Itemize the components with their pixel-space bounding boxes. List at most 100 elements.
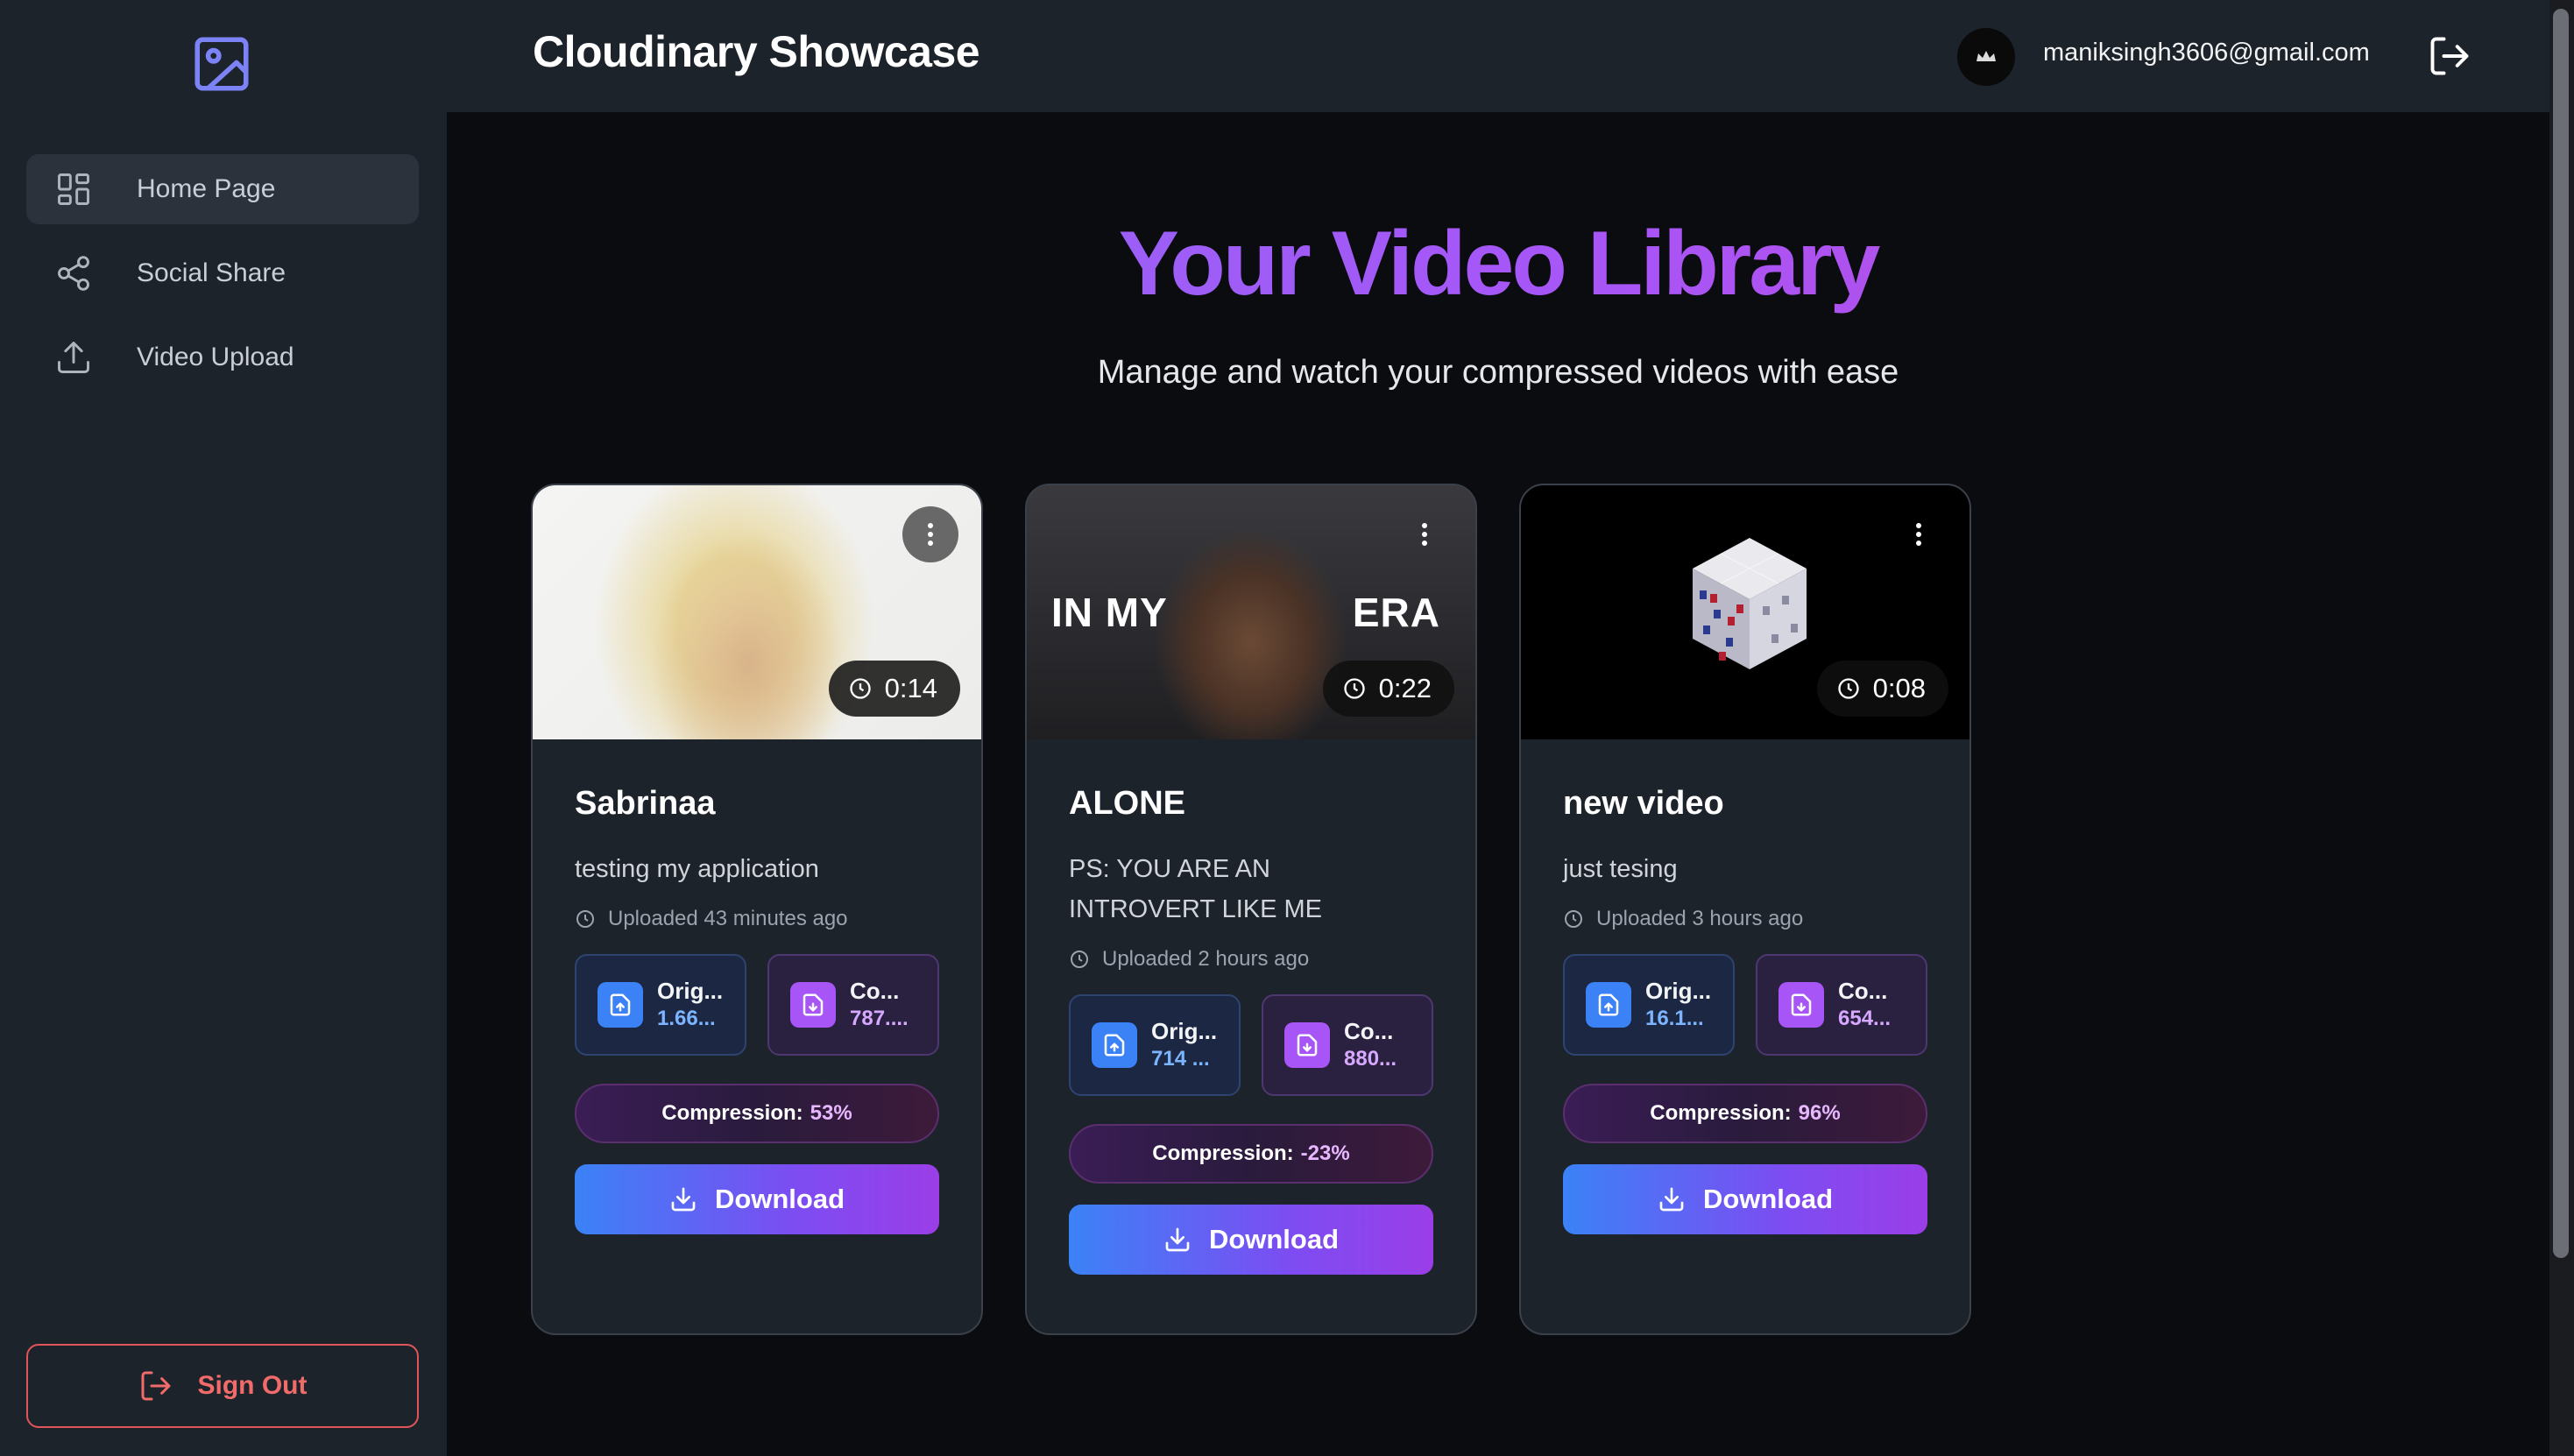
download-button[interactable]: Download <box>575 1164 939 1234</box>
sidebar: Home Page Social Share Video Upload Sign… <box>0 0 447 1456</box>
thumbnail-caption-left: IN MY <box>1051 590 1168 635</box>
file-upload-icon <box>598 982 643 1028</box>
sidebar-item-home-page[interactable]: Home Page <box>26 154 419 224</box>
clock-icon <box>849 678 871 699</box>
more-vertical-icon <box>1422 523 1427 546</box>
video-thumbnail[interactable]: 0:08 <box>1521 485 1969 739</box>
duration-text: 0:14 <box>884 673 937 703</box>
more-options-button[interactable] <box>902 506 958 562</box>
video-card: IN MY ERA 0:22 ALONE PS: YOU ARE AN INTR… <box>1025 484 1477 1335</box>
video-description: PS: YOU ARE AN INTROVERT LIKE ME <box>1069 855 1322 923</box>
video-description: testing my application <box>575 855 819 883</box>
compressed-size-box: Co... 880... <box>1262 994 1433 1096</box>
share-icon <box>58 256 89 291</box>
clock-icon <box>1565 910 1582 928</box>
page-title: Your Video Library <box>447 212 2549 316</box>
download-label: Download <box>1702 1184 1834 1214</box>
duration-text: 0:22 <box>1378 673 1432 703</box>
compressed-size-value: 787.... <box>850 1007 909 1030</box>
compressed-size-label: Co... <box>1344 1018 1394 1044</box>
original-size-box: Orig... 714 ... <box>1069 994 1241 1096</box>
original-size-value: 714 ... <box>1151 1047 1210 1071</box>
sidebar-item-video-upload[interactable]: Video Upload <box>26 322 419 392</box>
app-title: Cloudinary Showcase <box>533 27 980 76</box>
sidebar-item-label: Video Upload <box>137 343 294 371</box>
image-logo-icon[interactable] <box>189 32 254 96</box>
compressed-size-label: Co... <box>850 978 900 1004</box>
upload-icon <box>58 342 89 373</box>
page-subtitle: Manage and watch your compressed videos … <box>1097 354 1899 391</box>
more-vertical-icon <box>928 523 933 546</box>
original-size-box: Orig... 1.66... <box>575 954 746 1056</box>
download-label: Download <box>714 1184 845 1214</box>
clock-icon <box>576 910 594 928</box>
sidebar-item-social-share[interactable]: Social Share <box>26 238 419 308</box>
download-icon <box>671 1187 696 1212</box>
grid-icon <box>58 173 89 205</box>
sign-out-label: Sign Out <box>197 1371 308 1400</box>
duration-text: 0:08 <box>1872 673 1926 703</box>
original-size-label: Orig... <box>1151 1018 1218 1044</box>
sidebar-item-label: Home Page <box>137 174 276 203</box>
file-download-icon <box>1778 982 1824 1028</box>
file-upload-icon <box>1092 1022 1137 1068</box>
sidebar-nav: Home Page Social Share Video Upload <box>26 154 419 406</box>
compression-badge: Compression: 96% <box>1563 1084 1927 1143</box>
sidebar-item-label: Social Share <box>137 258 286 287</box>
download-icon <box>1165 1227 1190 1252</box>
uploaded-time: Uploaded 2 hours ago <box>1069 947 1433 972</box>
file-download-icon <box>790 982 836 1028</box>
download-icon <box>1659 1187 1684 1212</box>
original-size-label: Orig... <box>1645 978 1712 1004</box>
download-button[interactable]: Download <box>1563 1164 1927 1234</box>
uploaded-text: Uploaded 43 minutes ago <box>608 907 848 930</box>
sign-out-button[interactable]: Sign Out <box>26 1344 419 1428</box>
compression-label: Compression: <box>661 1101 803 1125</box>
download-label: Download <box>1208 1224 1340 1255</box>
clock-icon <box>1343 678 1365 699</box>
uploaded-time: Uploaded 3 hours ago <box>1563 907 1927 931</box>
clock-icon <box>1837 678 1859 699</box>
avatar[interactable] <box>1957 28 2015 86</box>
compression-label: Compression: <box>1650 1101 1792 1125</box>
video-thumbnail[interactable]: 0:14 <box>533 485 981 739</box>
compression-badge: Compression: 53% <box>575 1084 939 1143</box>
file-download-icon <box>1284 1022 1330 1068</box>
uploaded-text: Uploaded 3 hours ago <box>1596 907 1804 930</box>
original-size-label: Orig... <box>657 978 724 1004</box>
file-upload-icon <box>1586 982 1631 1028</box>
logout-icon[interactable] <box>2427 33 2472 79</box>
video-card: 0:08 new video just tesing Uploaded 3 ho… <box>1519 484 1971 1335</box>
more-options-button[interactable] <box>1397 506 1453 562</box>
video-title: new video <box>1563 785 1724 822</box>
video-description: just tesing <box>1563 855 1678 883</box>
video-card: 0:14 Sabrinaa testing my application Upl… <box>531 484 983 1335</box>
compressed-size-value: 654... <box>1838 1007 1892 1030</box>
uploaded-text: Uploaded 2 hours ago <box>1102 947 1310 971</box>
sign-out-icon <box>141 1371 170 1401</box>
thumbnail-caption-right: ERA <box>1352 590 1440 635</box>
video-thumbnail[interactable]: IN MY ERA 0:22 <box>1027 485 1475 739</box>
download-button[interactable]: Download <box>1069 1205 1433 1275</box>
compression-value: 96% <box>1798 1101 1841 1125</box>
duration-badge: 0:14 <box>828 661 960 717</box>
compressed-size-value: 880... <box>1344 1047 1397 1071</box>
cube-artwork <box>1693 538 1807 669</box>
compression-value: 53% <box>810 1101 852 1125</box>
top-bar: Cloudinary Showcase maniksingh3606@gmail… <box>447 0 2549 112</box>
compression-badge: Compression: -23% <box>1069 1124 1433 1184</box>
crown-icon <box>1976 51 1996 61</box>
clock-icon <box>1071 951 1088 968</box>
more-options-button[interactable] <box>1891 506 1947 562</box>
duration-badge: 0:22 <box>1322 661 1454 717</box>
video-title: ALONE <box>1069 785 1185 822</box>
compressed-size-box: Co... 787.... <box>767 954 939 1056</box>
compression-value: -23% <box>1300 1141 1350 1165</box>
compressed-size-box: Co... 654... <box>1756 954 1927 1056</box>
original-size-box: Orig... 16.1... <box>1563 954 1735 1056</box>
compression-label: Compression: <box>1152 1141 1294 1165</box>
scrollbar-thumb[interactable] <box>2553 9 2569 1258</box>
video-title: Sabrinaa <box>575 785 716 822</box>
user-email: maniksingh3606@gmail.com <box>2043 39 2370 67</box>
more-vertical-icon <box>1916 523 1921 546</box>
